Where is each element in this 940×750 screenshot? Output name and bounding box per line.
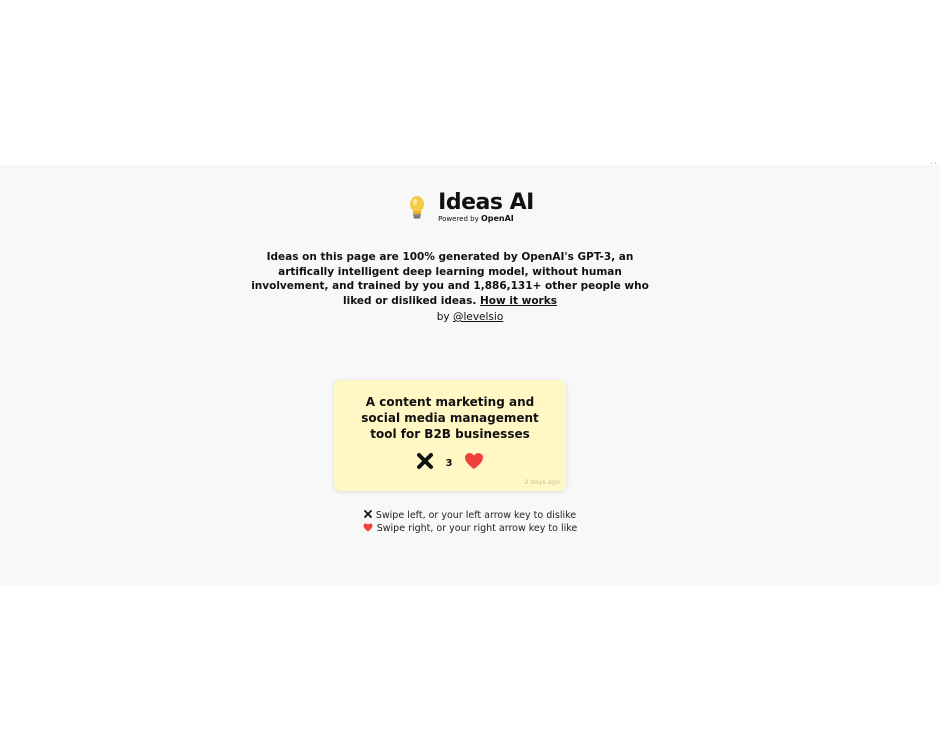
intro-text: Ideas on this page are 100% generated by… — [250, 250, 650, 308]
powered-brand: OpenAI — [480, 214, 514, 223]
byline-prefix: by — [436, 311, 450, 323]
like-count: 3 — [445, 457, 453, 469]
dislike-hint-text: Swipe left, or your left arrow key to di… — [375, 510, 577, 521]
powered-by: Powered by OpenAI — [438, 215, 534, 223]
x-icon[interactable] — [416, 452, 434, 474]
dislike-hint: Swipe left, or your left arrow key to di… — [0, 510, 940, 523]
intro-body: Ideas on this page are 100% generated by… — [251, 251, 649, 307]
byline: by @levelsio — [0, 311, 940, 323]
heart-icon — [363, 523, 373, 537]
idea-card[interactable]: A content marketing and social media man… — [334, 380, 566, 491]
brand: Ideas AI Powered by OpenAI — [438, 192, 534, 223]
lightbulb-icon — [406, 195, 428, 221]
author-link[interactable]: @levelsio — [453, 311, 503, 323]
how-it-works-link[interactable]: How it works — [480, 295, 557, 307]
x-icon — [363, 510, 372, 523]
like-hint-text: Swipe right, or your right arrow key to … — [376, 523, 578, 534]
brand-title: Ideas AI — [438, 190, 534, 215]
logo-area: Ideas AI Powered by OpenAI — [0, 192, 940, 223]
heart-icon[interactable] — [464, 452, 484, 474]
like-hint: Swipe right, or your right arrow key to … — [0, 523, 940, 537]
idea-timestamp: 2 days ago — [524, 478, 560, 486]
keyboard-hints: Swipe left, or your left arrow key to di… — [0, 510, 940, 536]
bottom-blank-area — [0, 585, 940, 750]
powered-prefix: Powered by — [438, 215, 479, 223]
logo[interactable]: Ideas AI Powered by OpenAI — [406, 192, 534, 223]
top-blank-area: ·· — [0, 0, 940, 169]
main-section: Ideas AI Powered by OpenAI Ideas on this… — [0, 165, 940, 585]
idea-text: A content marketing and social media man… — [361, 395, 539, 441]
idea-actions: 3 — [348, 452, 552, 474]
